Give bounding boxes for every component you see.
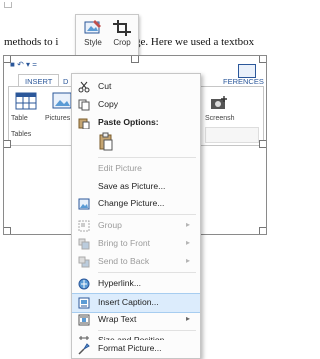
menu-separator: [98, 214, 196, 215]
menu-item-wrap-text[interactable]: Wrap Text ▸: [72, 311, 200, 329]
menu-item-cut[interactable]: Cut: [72, 78, 200, 96]
menu-separator: [98, 157, 196, 158]
resize-handle-top-right[interactable]: [259, 56, 266, 63]
resize-handle-bottom-left[interactable]: [4, 227, 11, 234]
menu-item-label: Bring to Front: [98, 238, 151, 248]
menu-item-change-picture[interactable]: Change Picture...: [72, 195, 200, 213]
menu-item-edit-picture[interactable]: Edit Picture: [72, 160, 200, 178]
paste-option-button[interactable]: [98, 132, 116, 154]
crop-label: Crop: [113, 38, 131, 47]
group-icon: [78, 220, 90, 232]
pictures-icon: [52, 92, 72, 109]
menu-separator: [98, 272, 196, 273]
screenshot-label: Screensh: [205, 115, 235, 122]
menu-item-paste-options: Paste Options:: [72, 114, 200, 132]
document-text-right: ge. Here we used a textbox: [135, 36, 255, 48]
document-text-left: methods to i: [4, 36, 59, 48]
format-picture-icon: [78, 343, 90, 355]
copy-icon: [78, 99, 90, 111]
submenu-arrow-icon: ▸: [185, 314, 190, 323]
resize-handle-top[interactable]: [131, 56, 139, 63]
resize-handle-top-left[interactable]: [4, 56, 11, 63]
ribbon-preview: [205, 127, 259, 143]
submenu-arrow-icon: ▸: [185, 220, 190, 229]
submenu-arrow-icon: ▸: [185, 238, 190, 247]
qat-dropdown-icon: ▾ =: [26, 60, 37, 69]
paste-icon: [78, 118, 90, 129]
resize-handle-right[interactable]: [259, 140, 266, 148]
menu-item-label: Hyperlink...: [98, 278, 141, 288]
menu-item-label: Wrap Text: [98, 314, 137, 324]
menu-item-copy[interactable]: Copy: [72, 96, 200, 114]
menu-item-format-picture[interactable]: Format Picture...: [71, 340, 201, 358]
menu-item-label: Edit Picture: [98, 163, 142, 173]
quick-access-toolbar: ■ ↶ ▾ =: [10, 60, 37, 69]
menu-item-label: Format Picture...: [98, 343, 162, 353]
mini-toolbar: Style Crop: [75, 14, 139, 56]
paste-keep-formatting-icon: [99, 132, 113, 151]
menu-item-send-to-back[interactable]: Send to Back ▸: [72, 253, 200, 271]
hyperlink-icon: [78, 278, 90, 290]
menu-item-save-as-picture[interactable]: Save as Picture...: [72, 178, 200, 196]
style-button[interactable]: Style: [78, 17, 108, 53]
submenu-arrow-icon: ▸: [185, 256, 190, 265]
undo-icon: ↶: [17, 60, 24, 69]
menu-item-label: Send to Back: [98, 256, 150, 266]
menu-item-label: Change Picture...: [98, 198, 165, 208]
bring-front-icon: [78, 238, 90, 250]
menu-item-bring-to-front[interactable]: Bring to Front ▸: [72, 235, 200, 253]
style-label: Style: [84, 38, 102, 47]
menu-item-insert-caption[interactable]: Insert Caption...: [72, 293, 200, 313]
margin-marker: [4, 2, 12, 8]
tables-group-label: Tables: [11, 131, 32, 138]
resize-handle-left[interactable]: [4, 140, 11, 148]
menu-item-label: Group: [98, 220, 122, 230]
scissors-icon: [78, 81, 90, 93]
crop-icon: [113, 20, 131, 36]
menu-item-label: Cut: [98, 81, 112, 91]
table-label: Table: [11, 115, 28, 122]
menu-item-label: Paste Options:: [98, 117, 159, 127]
menu-item-group[interactable]: Group ▸: [72, 217, 200, 235]
menu-item-label: Save as Picture...: [98, 181, 166, 191]
menu-item-hyperlink[interactable]: Hyperlink...: [72, 275, 200, 293]
context-menu: Cut Copy Paste Options: Edit Picture Sav…: [71, 73, 201, 359]
crop-button[interactable]: Crop: [107, 17, 137, 53]
menu-item-label: Copy: [98, 99, 119, 109]
menu-item-label: Insert Caption...: [98, 297, 159, 307]
wrap-text-icon: [78, 314, 90, 326]
send-back-icon: [78, 256, 90, 268]
screenshot-icon: [211, 96, 227, 109]
change-picture-icon: [78, 198, 90, 210]
resize-handle-bottom-right[interactable]: [259, 227, 266, 234]
pictures-label: Pictures: [45, 115, 71, 122]
menu-separator: [98, 330, 196, 331]
caption-icon: [78, 297, 90, 309]
picture-style-icon: [84, 20, 101, 34]
table-icon: [15, 92, 37, 110]
